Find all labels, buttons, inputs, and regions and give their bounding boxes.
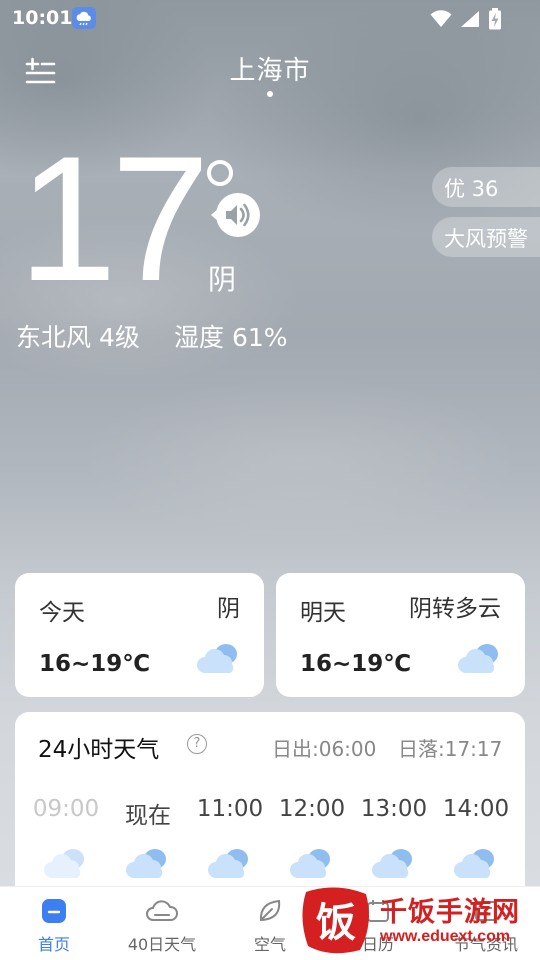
- speaker-icon: [211, 193, 260, 237]
- home-icon: [42, 899, 66, 923]
- nav-item-40day[interactable]: 40日天气: [112, 895, 212, 955]
- watermark-name: 千饭手游网: [380, 897, 520, 928]
- overcast-cloud-icon: [457, 639, 503, 681]
- hour-label: 12:00: [278, 796, 346, 822]
- watermark-logo: 饭: [302, 887, 369, 954]
- sunset-time: 日落:17:17: [398, 737, 503, 761]
- site-watermark: 饭 千饭手游网 www.eduext.com: [300, 884, 540, 960]
- voice-broadcast-button[interactable]: [208, 190, 262, 240]
- hour-label: 13:00: [360, 796, 428, 822]
- day-temp-range: 16~19℃: [39, 651, 151, 677]
- signal-icon: [461, 11, 479, 27]
- battery-charging-icon: [489, 8, 501, 30]
- day-temp-range: 16~19℃: [300, 651, 412, 677]
- watermark-url: www.eduext.com: [380, 928, 511, 945]
- watermark-logo-char: 饭: [316, 900, 356, 946]
- day-label: 今天: [39, 600, 85, 626]
- status-bar: 10:01: [0, 0, 540, 36]
- degree-symbol: [207, 160, 233, 186]
- status-right-icons: [430, 8, 502, 30]
- nav-item-home[interactable]: 首页: [4, 895, 104, 955]
- page-indicator-dot: [267, 91, 273, 97]
- status-time: 10:01: [12, 7, 73, 29]
- tomorrow-card[interactable]: 明天 阴转多云 16~19℃: [276, 573, 525, 697]
- hourly-title: 24小时天气: [38, 737, 160, 763]
- overcast-cloud-icon: [43, 844, 89, 886]
- sunrise-time: 日出:06:00: [272, 737, 377, 761]
- overcast-cloud-icon: [289, 844, 335, 886]
- hour-label: 14:00: [442, 796, 510, 822]
- nav-label: 首页: [37, 935, 70, 954]
- humidity-info: 湿度 61%: [174, 323, 288, 352]
- wifi-icon: [430, 10, 452, 27]
- overcast-cloud-icon: [125, 844, 171, 886]
- hourly-time-row[interactable]: 09:00 现在 11:00 12:00 13:00 14:00: [25, 796, 525, 832]
- current-condition: 阴: [208, 263, 237, 296]
- city-title[interactable]: 上海市: [0, 50, 540, 87]
- hour-label: 现在: [125, 803, 171, 829]
- today-card[interactable]: 今天 阴 16~19℃: [15, 573, 264, 697]
- cloud-outline-icon: [146, 900, 178, 921]
- weather-warning-badge[interactable]: 大风预警: [432, 217, 540, 257]
- wind-info: 东北风 4级: [16, 323, 140, 352]
- day-label: 明天: [300, 600, 346, 626]
- overcast-cloud-icon: [453, 844, 499, 886]
- help-icon[interactable]: ?: [187, 734, 207, 754]
- overcast-cloud-icon: [196, 639, 242, 681]
- nav-label: 40日天气: [127, 935, 197, 954]
- weather-app-notification-icon: [72, 7, 96, 29]
- hour-label: 11:00: [196, 796, 264, 822]
- overcast-cloud-icon: [371, 844, 417, 886]
- current-temperature: 17: [18, 119, 210, 318]
- air-quality-badge[interactable]: 优 36: [432, 167, 540, 207]
- day-condition: 阴: [217, 596, 240, 622]
- hour-label: 09:00: [32, 796, 100, 822]
- day-condition: 阴转多云: [409, 596, 501, 622]
- leaf-icon: [259, 899, 281, 922]
- overcast-cloud-icon: [207, 844, 253, 886]
